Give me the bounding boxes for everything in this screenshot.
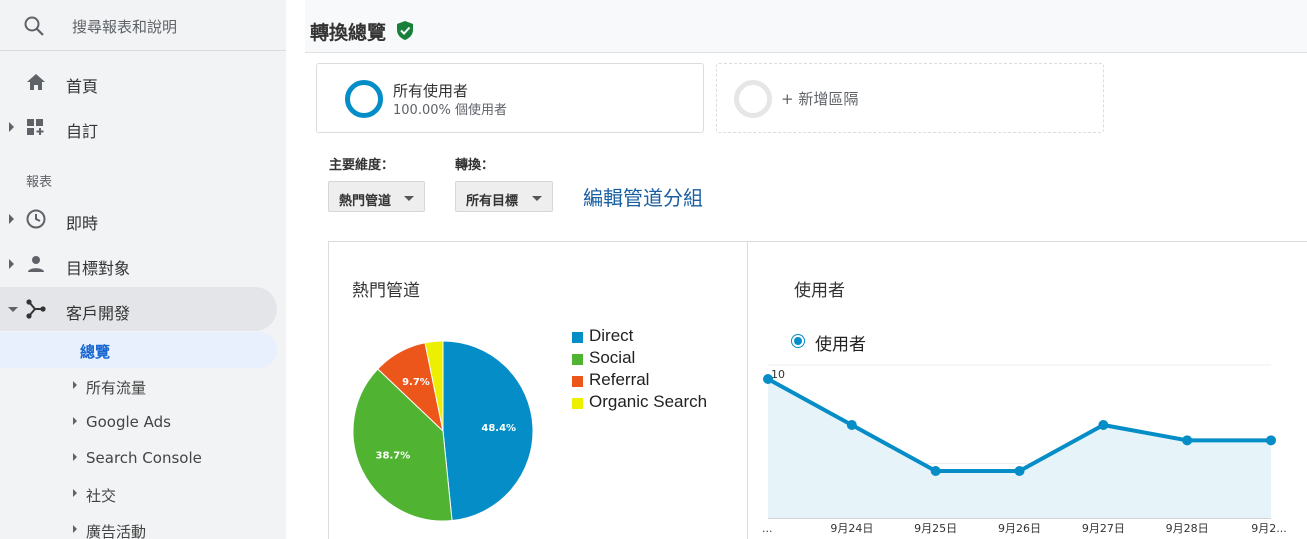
segment-all-users[interactable]: 所有使用者 100.00% 個使用者 [316,63,704,133]
sidebar-item-label: 客戶開發 [66,304,131,323]
legend-swatch [572,354,583,365]
legend-swatch [572,376,583,387]
sidebar-item-customize[interactable]: 自訂 [0,105,286,149]
pie-data-label: 9.7% [402,377,430,388]
x-tick-label: 9月24日 [830,522,873,535]
data-point[interactable] [930,466,941,476]
y-tick-label: 10 [771,368,785,381]
segment-share: 100.00% 個使用者 [393,103,507,118]
legend-label: Referral [589,370,650,389]
sidebar-subitem-social[interactable]: 社交 [0,476,277,512]
chevron-down-icon [532,196,542,201]
sidebar-item-label: 即時 [66,214,99,233]
sidebar-subitem-label: 所有流量 [86,379,147,397]
reports-section-label: 報表 [26,175,53,190]
primary-dimension-select[interactable]: 熱門管道 [328,181,425,212]
sidebar-subitem-search-console[interactable]: Search Console [0,440,277,476]
data-point[interactable] [763,374,773,384]
sidebar-subitem-label: 廣告活動 [86,523,147,539]
pie-data-label: 38.7% [376,451,411,462]
page-title: 轉換總覽 [310,22,387,44]
legend-swatch [572,398,583,409]
users-line-chart: 105...9月24日9月25日9月26日9月27日9月28日9月2... [762,364,1287,535]
legend-label: Social [589,348,636,367]
data-point[interactable] [1266,435,1276,446]
expand-arrow-icon [9,214,14,224]
primary-dimension-label: 主要維度： [329,158,395,173]
x-tick-label: 9月2... [1251,522,1287,535]
expand-arrow-icon [73,453,77,461]
sidebar-subitem-label: 社交 [86,487,117,505]
sidebar-subitem-label: Google Ads [86,413,171,431]
sidebar-item-realtime[interactable]: 即時 [0,197,286,241]
expand-arrow-icon [9,259,14,269]
clock-icon [25,208,47,230]
legend-swatch [572,332,583,343]
legend-label: Direct [589,326,634,345]
expand-arrow-icon [73,489,77,497]
data-point[interactable] [1014,466,1025,476]
conversion-label: 轉換： [455,158,495,173]
sidebar-item-label: 目標對象 [66,259,131,278]
expand-arrow-icon [9,122,14,132]
home-icon [25,71,47,93]
search-icon [22,14,46,43]
edit-channel-grouping-link[interactable]: 編輯管道分組 [583,182,703,211]
search-reports[interactable]: 搜尋報表和說明 [0,0,286,51]
expand-arrow-icon [73,381,77,389]
expand-arrow-icon [73,525,77,533]
data-point[interactable] [1098,420,1109,430]
dashboard-icon [25,116,47,138]
sidebar-subitem-label: 總覽 [80,343,111,361]
sidebar-subitem-label: Search Console [86,449,202,467]
add-segment-label: + 新增區隔 [781,90,859,108]
sidebar-item-label: 自訂 [66,122,99,141]
chevron-down-icon [404,196,414,201]
select-value: 熱門管道 [339,194,392,209]
sidebar-subitem-all-traffic[interactable]: 所有流量 [0,368,277,404]
segment-ring-icon [734,80,772,118]
data-point[interactable] [846,420,857,430]
pie-chart: 48.4% 38.7% 9.7% [352,340,534,522]
search-label: 搜尋報表和說明 [72,18,178,36]
x-tick-label: 9月26日 [998,522,1041,535]
verified-shield-icon [397,21,413,45]
sidebar: 搜尋報表和說明 首頁 自訂 報表 即時 目標對象 客戶開發 總覽 所有流量 Go… [0,0,286,539]
sidebar-subitem-overview[interactable]: 總覽 [0,332,277,368]
add-segment-button[interactable]: + 新增區隔 [716,63,1104,133]
sidebar-subitem-campaigns[interactable]: 廣告活動 [0,512,277,539]
analytics-app: 搜尋報表和說明 首頁 自訂 報表 即時 目標對象 客戶開發 總覽 所有流量 Go… [0,0,1307,539]
top-channels-panel: 熱門管道 48.4% 38.7% 9.7% Direct Social Referral… [328,241,748,539]
x-tick-label: 9月27日 [1082,522,1125,535]
segment-name: 所有使用者 [393,82,469,100]
segment-ring-icon [345,80,383,118]
x-tick-label: ... [762,522,773,535]
select-value: 所有目標 [466,194,519,209]
sidebar-item-audience[interactable]: 目標對象 [0,242,286,286]
sidebar-item-label: 首頁 [66,77,99,96]
person-icon [25,253,47,275]
sidebar-subitem-google-ads[interactable]: Google Ads [0,404,277,440]
conversion-select[interactable]: 所有目標 [455,181,553,212]
area-fill [768,379,1271,518]
sidebar-item-acquisition[interactable]: 客戶開發 [0,287,277,331]
pie-data-label: 48.4% [481,423,516,434]
sidebar-item-home[interactable]: 首頁 [0,60,286,104]
legend-label: Organic Search [589,392,708,411]
expand-arrow-icon [73,417,77,425]
acquisition-icon [25,298,47,320]
data-point[interactable] [1182,435,1193,446]
collapse-arrow-icon [8,307,18,312]
users-panel: 使用者 使用者 105...9月24日9月25日9月26日9月27日9月28日9… [747,241,1307,539]
x-tick-label: 9月25日 [914,522,957,535]
x-tick-label: 9月28日 [1166,522,1209,535]
page-header: 轉換總覽 [305,0,1307,53]
